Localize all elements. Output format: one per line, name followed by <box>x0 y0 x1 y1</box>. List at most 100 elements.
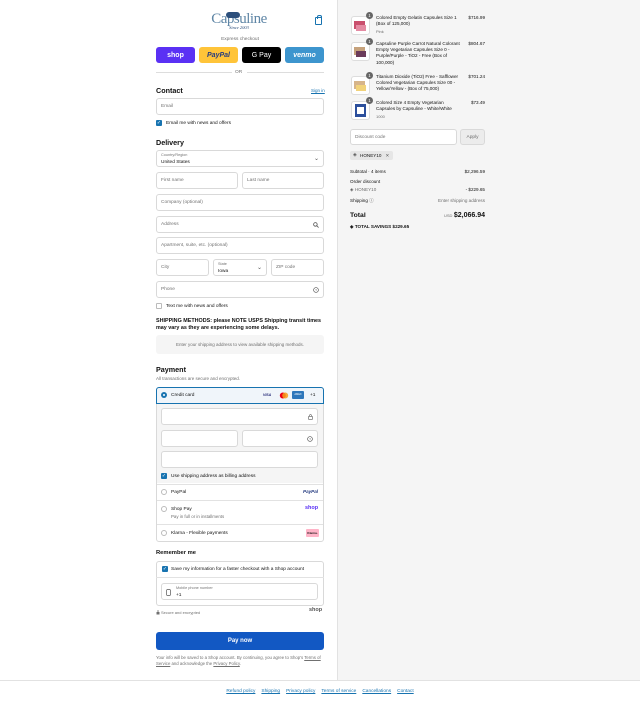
shipping-methods-placeholder: Enter your shipping address to view avai… <box>156 335 324 354</box>
footer-links: Refund policy Shipping Privacy policy Te… <box>0 680 640 702</box>
mobile-phone-label: Mobile phone number <box>176 586 213 590</box>
item-quantity-badge: 1 <box>366 12 373 19</box>
item-title: Colored Size 4 Empty Vegetarian Capsules… <box>376 100 452 112</box>
remember-me-heading: Remember me <box>156 550 196 556</box>
company-field[interactable]: Company (optional) <box>156 194 324 211</box>
or-label: OR <box>235 70 243 75</box>
shipping-label-wrap: Shipping ⓘ <box>350 198 374 204</box>
order-summary: 1 Colored Empty Gelatin Capsules Size 1 … <box>337 0 640 680</box>
help-icon[interactable]: ⓘ <box>369 198 374 203</box>
legal-text: Your info will be saved to a Shop accoun… <box>156 655 326 667</box>
item-variant: Pink <box>376 29 384 34</box>
logo-capsule-icon <box>226 12 240 18</box>
paypal-logo: PayPal <box>303 489 319 494</box>
card-number-field[interactable] <box>161 408 318 425</box>
capsules-image <box>354 81 366 91</box>
credit-card-radio[interactable] <box>161 392 167 398</box>
state-select[interactable]: State Iowa ⌄ <box>213 259 267 276</box>
google-pay-button[interactable]: G Pay <box>242 47 281 63</box>
svg-text:?: ? <box>309 437 311 441</box>
item-price: $804.67 <box>468 41 485 46</box>
security-code-field[interactable]: ? <box>242 430 318 447</box>
credit-card-label: Credit card <box>171 393 195 398</box>
pay-now-button[interactable]: Pay now <box>156 632 324 650</box>
product-thumbnail <box>351 16 370 35</box>
terms-of-service-link[interactable]: Terms of service <box>321 689 356 694</box>
chevron-down-icon: ⌄ <box>256 265 262 271</box>
country-select[interactable]: Country/Region United States ⌄ <box>156 150 324 167</box>
country-value: United States <box>161 159 190 165</box>
shipping-link[interactable]: Shipping <box>261 689 280 694</box>
item-quantity-badge: 1 <box>366 38 373 45</box>
remove-discount-icon[interactable]: ✕ <box>385 153 389 159</box>
total-value: $2,066.94 <box>453 212 485 219</box>
paypal-button[interactable]: PayPal <box>199 47 238 63</box>
privacy-policy-link[interactable]: Privacy policy <box>286 689 315 694</box>
city-placeholder: City <box>161 265 170 270</box>
shipping-label: Shipping <box>350 198 368 203</box>
item-quantity-badge: 1 <box>366 72 373 79</box>
chevron-down-icon: ⌄ <box>313 156 319 162</box>
shipping-notice: SHIPPING METHODS: please NOTE USPS Shipp… <box>156 318 322 331</box>
item-price: $716.99 <box>468 15 485 20</box>
apply-button[interactable]: Apply <box>460 129 485 145</box>
tag-icon: ◈ <box>353 152 357 158</box>
venmo-button[interactable]: venmo <box>285 47 324 63</box>
newsletter-checkbox[interactable]: ✓ <box>156 120 162 126</box>
zip-field[interactable]: ZIP code <box>271 259 324 276</box>
klarna-logo: Klarna. <box>306 529 319 537</box>
address-placeholder: Address <box>161 222 179 227</box>
sign-in-link[interactable]: Sign in <box>311 88 325 93</box>
shipping-value: Enter shipping address <box>438 198 485 203</box>
email-field[interactable]: Email <box>156 98 324 115</box>
first-name-field[interactable]: First name <box>156 172 238 189</box>
help-icon[interactable]: ? <box>307 436 313 442</box>
address-field[interactable]: Address <box>156 216 324 233</box>
total-savings: ◈ TOTAL SAVINGS $229.65 <box>350 224 409 230</box>
company-placeholder: Company (optional) <box>161 200 203 205</box>
contact-heading: Contact <box>156 86 183 95</box>
billing-same-checkbox[interactable]: ✓ <box>161 473 167 479</box>
expiration-field[interactable] <box>161 430 238 447</box>
legal-end: . <box>239 660 241 666</box>
contact-link[interactable]: Contact <box>397 689 414 694</box>
paypal-radio[interactable] <box>161 489 167 495</box>
order-discount-label: Order discount <box>350 179 381 184</box>
text-offers-checkbox[interactable] <box>156 303 162 309</box>
city-field[interactable]: City <box>156 259 209 276</box>
apartment-placeholder: Apartment, suite, etc. (optional) <box>161 243 228 248</box>
item-price: $73.49 <box>470 100 485 105</box>
currency-label: USD <box>444 213 453 218</box>
payment-heading: Payment <box>156 365 186 374</box>
save-info-checkbox[interactable]: ✓ <box>162 566 168 572</box>
discount-code-label: ◈ HONEY10 <box>350 187 376 193</box>
mastercard-icon <box>279 392 289 399</box>
secure-encrypted-label: Secure and encrypted <box>161 610 201 615</box>
cancellations-link[interactable]: Cancellations <box>362 689 391 694</box>
paypal-label: PayPal <box>171 490 187 495</box>
capsules-image <box>355 104 366 117</box>
refund-policy-link[interactable]: Refund policy <box>226 689 255 694</box>
discount-code-field[interactable]: Discount code <box>350 129 457 145</box>
search-icon <box>313 222 319 228</box>
svg-text:?: ? <box>315 288 317 292</box>
klarna-radio[interactable] <box>161 530 167 536</box>
phone-field[interactable]: Phone ? <box>156 281 324 298</box>
last-name-field[interactable]: Last name <box>242 172 324 189</box>
divider <box>156 577 324 578</box>
shop-pay-button[interactable]: shop <box>156 47 195 63</box>
capsuline-logo[interactable]: Capsuline Since 2003 <box>206 12 272 34</box>
name-on-card-field[interactable] <box>161 451 318 468</box>
item-variant: 1000 <box>376 114 385 119</box>
privacy-link[interactable]: Privacy Policy <box>213 661 239 666</box>
shoppay-radio[interactable] <box>161 506 167 512</box>
save-info-label: Save my information for a faster checkou… <box>171 567 305 572</box>
cart-bag-icon[interactable] <box>315 15 323 25</box>
mobile-phone-field[interactable]: Mobile phone number +1 <box>161 583 318 600</box>
help-icon[interactable]: ? <box>313 287 319 293</box>
subtotal-value: $2,296.59 <box>464 169 485 174</box>
product-thumbnail <box>351 42 370 61</box>
apartment-field[interactable]: Apartment, suite, etc. (optional) <box>156 237 324 254</box>
payment-subtitle: All transactions are secure and encrypte… <box>156 376 241 381</box>
checkout-form: Capsuline Since 2003 Express checkout sh… <box>0 0 337 680</box>
